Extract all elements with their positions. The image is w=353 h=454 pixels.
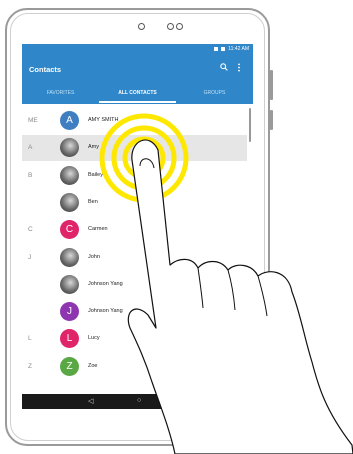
contact-name: Carmen bbox=[88, 226, 108, 233]
battery-icon bbox=[221, 47, 226, 51]
section-letter: Z bbox=[28, 362, 32, 370]
contact-row[interactable]: J John bbox=[22, 245, 247, 271]
tab-groups[interactable]: GROUPS bbox=[176, 90, 253, 96]
contact-name: Ben bbox=[88, 198, 98, 205]
contact-name: Amy bbox=[88, 144, 99, 151]
sensor-left-icon bbox=[167, 23, 174, 30]
contact-row[interactable]: Johnson Yang bbox=[22, 272, 247, 298]
scrollbar[interactable] bbox=[249, 108, 251, 142]
section-letter: B bbox=[28, 171, 33, 179]
contact-row[interactable]: Ben bbox=[22, 190, 247, 216]
contact-name: Bailey bbox=[88, 171, 103, 178]
contact-avatar: L bbox=[60, 329, 79, 349]
contact-avatar bbox=[60, 247, 79, 267]
contact-avatar bbox=[60, 274, 79, 294]
power-button bbox=[270, 110, 273, 130]
contact-row[interactable]: B Bailey bbox=[22, 163, 247, 189]
contact-list[interactable]: ME A AMY SMITH A Amy B Bailey Ben C C Carmen J John J… bbox=[22, 104, 253, 394]
sensor-right-icon bbox=[176, 23, 183, 30]
contact-name: AMY SMITH bbox=[88, 117, 119, 123]
app-bar: Contacts bbox=[22, 54, 253, 86]
contact-name: John bbox=[88, 253, 100, 260]
app-title: Contacts bbox=[29, 65, 62, 74]
contact-name: Zoe bbox=[88, 362, 98, 369]
contact-avatar bbox=[60, 192, 79, 212]
section-letter: ME bbox=[28, 117, 38, 124]
contact-avatar bbox=[60, 165, 79, 185]
active-tab-indicator bbox=[99, 101, 176, 103]
contact-name: Lucy bbox=[88, 335, 100, 342]
tab-bar: FAVORITES ALL CONTACTS GROUPS bbox=[22, 86, 253, 104]
section-letter: J bbox=[28, 253, 32, 261]
contact-avatar: C bbox=[60, 220, 79, 240]
navigation-bar: ◁ ○ bbox=[22, 394, 253, 409]
back-button[interactable]: ◁ bbox=[88, 397, 93, 405]
contact-row[interactable]: C C Carmen bbox=[22, 217, 247, 243]
section-letter: A bbox=[28, 144, 33, 152]
contact-row[interactable]: L L Lucy bbox=[22, 326, 247, 352]
contact-avatar: J bbox=[60, 302, 79, 322]
search-icon[interactable] bbox=[220, 63, 228, 73]
section-letter: C bbox=[28, 226, 33, 234]
volume-button bbox=[270, 70, 273, 100]
contact-avatar: Z bbox=[60, 356, 79, 376]
section-letter: L bbox=[28, 335, 32, 343]
contact-row[interactable]: ME A AMY SMITH bbox=[22, 108, 247, 134]
status-bar: 11:42 AM bbox=[22, 44, 253, 54]
contact-avatar bbox=[60, 138, 79, 158]
tab-all-contacts[interactable]: ALL CONTACTS bbox=[99, 90, 176, 96]
front-camera-icon bbox=[138, 23, 145, 30]
home-button[interactable]: ○ bbox=[137, 397, 141, 404]
wifi-icon bbox=[214, 47, 219, 51]
contact-row[interactable]: Z Z Zoe bbox=[22, 354, 247, 380]
contact-avatar: A bbox=[60, 111, 79, 130]
status-time: 11:42 AM bbox=[228, 46, 249, 52]
contact-row[interactable]: J Johnson Yang bbox=[22, 299, 247, 325]
contact-name: Johnson Yang bbox=[88, 308, 123, 315]
more-vert-icon[interactable] bbox=[237, 63, 241, 74]
contacts-screen: 11:42 AM Contacts FAVORITES ALL CONTACTS… bbox=[22, 44, 253, 409]
tab-favorites[interactable]: FAVORITES bbox=[22, 90, 99, 96]
contact-name: Johnson Yang bbox=[88, 280, 123, 287]
contact-row[interactable]: A Amy bbox=[22, 135, 247, 162]
